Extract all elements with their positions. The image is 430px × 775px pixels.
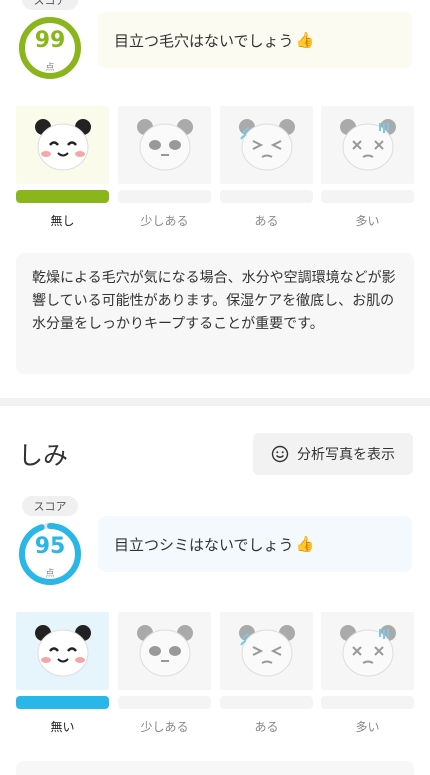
description: 乾燥による毛穴が気になる場合、水分や空調環境などが影響している可能性があります。… <box>16 253 414 374</box>
score-label: スコア <box>22 496 78 516</box>
level-card <box>16 106 109 184</box>
score-message: 目立つ毛穴はないでしょう 👍 <box>98 12 412 68</box>
level-medium[interactable]: ある <box>220 106 313 236</box>
level-bar <box>118 190 211 203</box>
panda-sweat-icon <box>238 625 295 677</box>
message-text: 目立つ毛穴はないでしょう <box>114 31 294 50</box>
panda-sweat-icon <box>238 119 295 171</box>
show-analysis-photo-button[interactable]: 分析写真を表示 <box>253 433 413 475</box>
section-divider <box>0 398 430 406</box>
photo-button-label: 分析写真を表示 <box>297 447 395 463</box>
level-bar <box>220 696 313 709</box>
score-value: 95 <box>34 534 66 559</box>
level-bar-active <box>16 696 109 709</box>
panda-distressed-icon <box>339 625 396 677</box>
panda-happy-icon <box>34 625 91 677</box>
level-bar <box>321 190 414 203</box>
description <box>16 761 414 775</box>
level-bar <box>321 696 414 709</box>
thumbs-up-icon: 👍 <box>295 31 315 49</box>
level-label: 無し <box>50 214 75 228</box>
level-selector: 無し 少しある ある 多い <box>16 106 414 236</box>
panda-happy-icon <box>34 119 91 171</box>
message-text: 目立つシミはないでしょう <box>114 535 294 554</box>
level-label: 少しある <box>140 720 189 734</box>
level-card <box>220 106 313 184</box>
level-some[interactable]: 少しある <box>118 106 211 236</box>
level-label: ある <box>254 214 279 228</box>
thumbs-up-icon: 👍 <box>295 535 315 553</box>
score-message: 目立つシミはないでしょう 👍 <box>98 516 412 572</box>
level-medium[interactable]: ある <box>220 612 313 742</box>
level-bar-active <box>16 190 109 203</box>
score-ring: 95 点 <box>18 522 82 586</box>
score-ring: 99 点 <box>18 16 82 80</box>
section-title: しみ <box>18 441 69 470</box>
level-label: 無い <box>50 720 75 734</box>
level-none[interactable]: 無し <box>16 106 109 236</box>
level-card <box>118 612 211 690</box>
panda-distressed-icon <box>339 119 396 171</box>
score-value: 99 <box>34 28 66 53</box>
panda-neutral-icon <box>136 119 193 171</box>
level-label: 少しある <box>140 214 189 228</box>
level-many[interactable]: 多い <box>321 612 414 742</box>
score-unit: 点 <box>45 63 55 73</box>
level-card <box>220 612 313 690</box>
level-card <box>118 106 211 184</box>
level-bar <box>118 696 211 709</box>
score-label: スコア <box>22 0 78 10</box>
level-bar <box>220 190 313 203</box>
score-unit: 点 <box>45 569 55 579</box>
level-label: 多い <box>355 720 380 734</box>
level-label: ある <box>254 720 279 734</box>
level-label: 多い <box>355 214 380 228</box>
level-selector: 無い 少しある ある 多い <box>16 612 414 742</box>
level-card <box>321 106 414 184</box>
smile-icon <box>271 445 289 463</box>
level-none[interactable]: 無い <box>16 612 109 742</box>
level-card <box>16 612 109 690</box>
level-card <box>321 612 414 690</box>
pores-section: スコア 99 点 目立つ毛穴はないでしょう 👍 無し 少しある ある 多い 乾燥… <box>0 0 430 402</box>
spots-section: しみ 分析写真を表示 スコア 95 点 目立つシミはないでしょう 👍 無い 少し… <box>0 406 430 775</box>
panda-neutral-icon <box>136 625 193 677</box>
level-some[interactable]: 少しある <box>118 612 211 742</box>
level-many[interactable]: 多い <box>321 106 414 236</box>
